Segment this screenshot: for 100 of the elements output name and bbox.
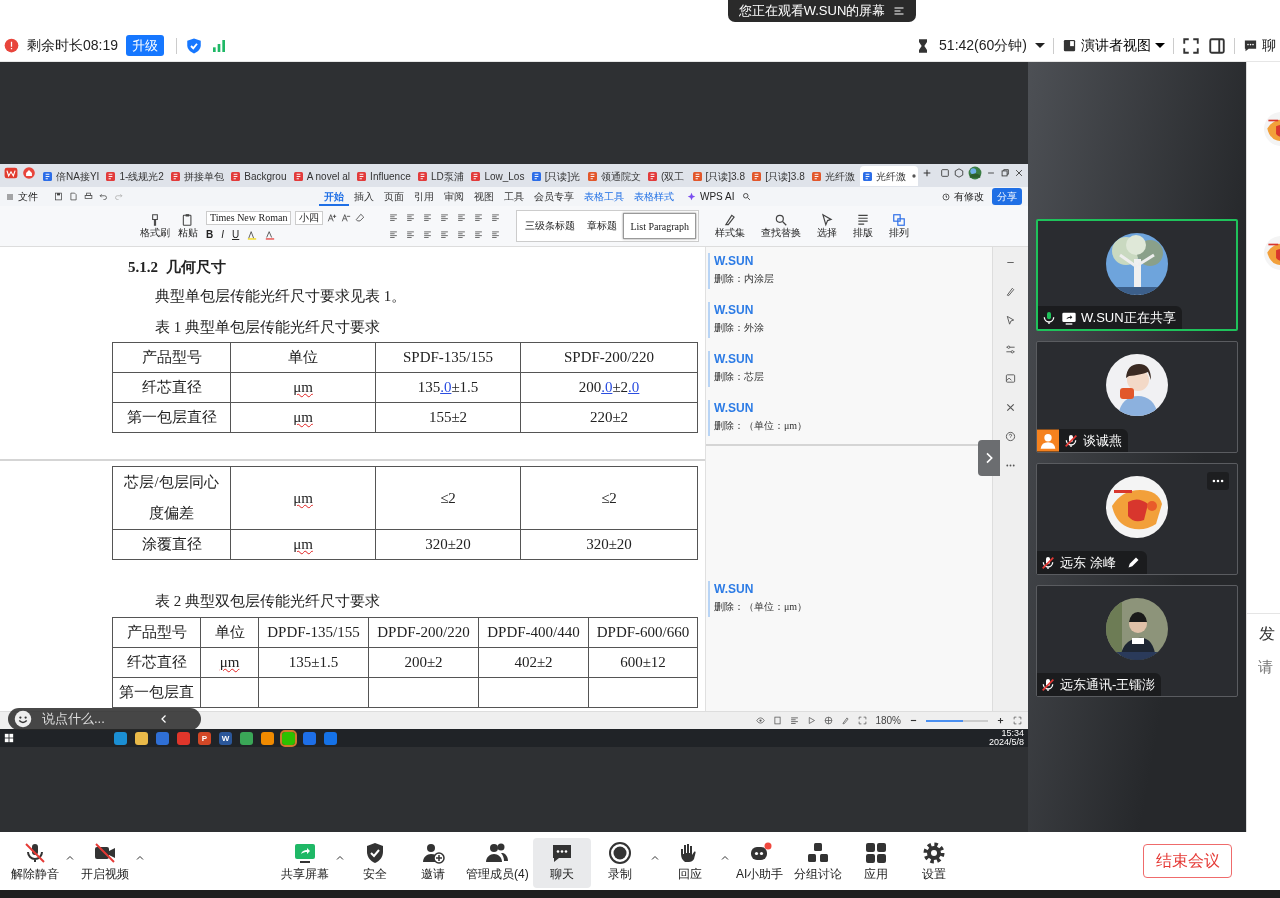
document-tab[interactable]: 1-线规光2: [103, 166, 164, 186]
document-tab[interactable]: [只读]3.8: [749, 166, 806, 186]
printer-icon[interactable]: [84, 192, 93, 201]
square-icon[interactable]: [940, 166, 950, 180]
toolbar-button[interactable]: 粘贴: [178, 213, 198, 239]
app-icon[interactable]: [240, 731, 253, 745]
document-tab[interactable]: A novel al: [290, 166, 351, 186]
eye-icon[interactable]: [756, 716, 766, 725]
align-icon[interactable]: [423, 213, 433, 222]
undo-icon[interactable]: [99, 192, 108, 201]
toolbar-button[interactable]: 查找替换: [761, 213, 801, 239]
ribbon-tab[interactable]: 页面: [379, 187, 409, 206]
app-icon[interactable]: P: [198, 731, 211, 745]
align-icon[interactable]: [440, 230, 450, 239]
cursor-icon[interactable]: [1005, 315, 1016, 326]
toolbar-button[interactable]: 安全: [346, 838, 404, 888]
zoom-level[interactable]: 180%: [875, 713, 901, 728]
align-icon[interactable]: [440, 213, 450, 222]
fullscreen-icon[interactable]: [1182, 36, 1200, 55]
windows-icon[interactable]: [4, 733, 14, 743]
zoom-in-icon[interactable]: [996, 716, 1005, 725]
share-button[interactable]: 分享: [992, 188, 1022, 205]
ribbon-tab[interactable]: 插入: [349, 187, 379, 206]
align-icon[interactable]: [457, 230, 467, 239]
toolbar-button[interactable]: 设置: [904, 838, 963, 888]
app-icon[interactable]: [114, 731, 127, 745]
align-icon[interactable]: [423, 230, 433, 239]
toolbar-button[interactable]: 样式集: [715, 213, 745, 239]
caret-icon[interactable]: [1035, 43, 1045, 48]
app-icon[interactable]: [261, 731, 274, 745]
toolbar-button[interactable]: 排版: [853, 213, 873, 239]
style-option[interactable]: 章标题: [581, 213, 624, 239]
document-tab[interactable]: 光纤激: [809, 166, 856, 186]
ribbon-tab[interactable]: 审阅: [439, 187, 469, 206]
toolbar-button[interactable]: 开启视频: [76, 838, 134, 888]
toolbar-button[interactable]: 聊天: [532, 838, 591, 888]
align-icon[interactable]: [389, 230, 399, 239]
eraser-icon[interactable]: [355, 213, 366, 223]
align-icon[interactable]: [474, 230, 484, 239]
shrink-font-icon[interactable]: [341, 213, 352, 223]
pen-icon[interactable]: [1005, 286, 1016, 297]
file-menu[interactable]: 文件: [6, 189, 38, 204]
document-icon[interactable]: [69, 192, 78, 201]
align-icon[interactable]: [491, 213, 501, 222]
toolbar-button[interactable]: 回应: [660, 838, 719, 888]
sidebar-icon[interactable]: [1208, 36, 1226, 55]
comment-input[interactable]: 说点什么...: [8, 708, 201, 730]
tools-icon[interactable]: [1005, 402, 1016, 413]
toolbar-button[interactable]: AI小助手: [730, 838, 789, 888]
ribbon-tab[interactable]: 工具: [499, 187, 529, 206]
page-icon[interactable]: [773, 716, 783, 725]
help-icon[interactable]: [1005, 431, 1016, 442]
app-icon[interactable]: [135, 731, 148, 745]
sliders-icon[interactable]: [1005, 344, 1016, 355]
image-icon[interactable]: [1005, 373, 1016, 384]
ai-button[interactable]: WPS AI: [687, 189, 735, 204]
document-tab[interactable]: 领通院文: [584, 166, 642, 186]
grow-font-icon[interactable]: [327, 213, 338, 223]
document-tab[interactable]: Backgrou: [228, 166, 287, 186]
globe-icon[interactable]: [824, 716, 834, 725]
document-tab[interactable]: Influence: [354, 166, 411, 186]
format-button[interactable]: U: [232, 229, 240, 241]
cube-icon[interactable]: [954, 166, 964, 180]
toolbar-button[interactable]: 选择: [817, 213, 837, 239]
ribbon-tab[interactable]: 视图: [469, 187, 499, 206]
align-icon[interactable]: [406, 213, 416, 222]
document-tab[interactable]: 拼接单包: [167, 166, 225, 186]
toolbar-button[interactable]: 排列: [889, 213, 909, 239]
end-meeting-button[interactable]: 结束会议: [1143, 844, 1232, 878]
toolbar-button[interactable]: 分组讨论: [788, 838, 847, 888]
ribbon-tab[interactable]: 表格工具: [579, 187, 629, 206]
font-color-icon[interactable]: [265, 230, 276, 240]
search-icon[interactable]: [742, 192, 752, 201]
align-icon[interactable]: [474, 213, 484, 222]
toolbar-button[interactable]: 共享屏幕: [276, 838, 334, 888]
ribbon-tab[interactable]: 会员专享: [529, 187, 579, 206]
zoom-slider[interactable]: [926, 719, 988, 722]
font-dropdown[interactable]: Times New Roman: [206, 211, 292, 225]
save-icon[interactable]: [54, 192, 63, 201]
document-tab[interactable]: [只读]光: [528, 166, 581, 186]
align-icon[interactable]: [389, 213, 399, 222]
ribbon-tab[interactable]: 表格样式: [629, 187, 679, 206]
restore-icon[interactable]: [1000, 166, 1010, 180]
toolbar-button[interactable]: 解除静音: [6, 838, 64, 888]
chat-tab[interactable]: 聊: [1243, 35, 1276, 56]
expand-button[interactable]: [978, 440, 1000, 476]
format-button[interactable]: I: [221, 229, 224, 241]
format-button[interactable]: B: [206, 229, 214, 241]
toolbar-button[interactable]: 应用: [846, 838, 905, 888]
document-tab[interactable]: [只读]3.8: [689, 166, 746, 186]
app-icon[interactable]: W: [219, 731, 232, 745]
highlight-icon[interactable]: [247, 230, 258, 240]
app-icon[interactable]: [177, 731, 190, 745]
document-tab[interactable]: (双工: [645, 166, 686, 186]
document-tab[interactable]: 光纤激: [859, 166, 918, 186]
document-tab[interactable]: 倍NA接YI: [40, 166, 100, 186]
style-option[interactable]: List Paragraph: [623, 213, 696, 239]
view-mode-button[interactable]: 演讲者视图: [1062, 35, 1165, 56]
toolbar-button[interactable]: 管理成员(4): [462, 838, 533, 888]
more-button[interactable]: [1207, 472, 1229, 490]
